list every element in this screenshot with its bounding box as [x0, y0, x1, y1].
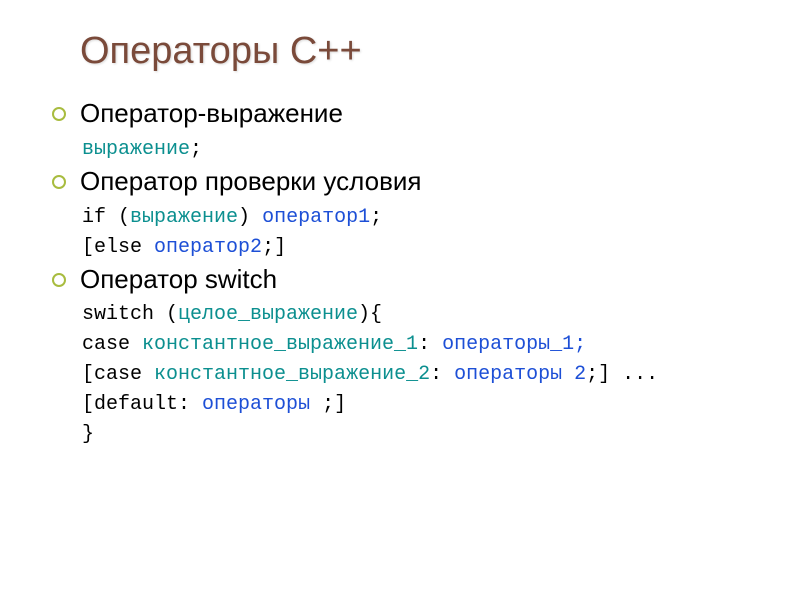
code-segment: ;	[370, 206, 382, 229]
code-segment: ;	[322, 393, 334, 416]
code-segment: выражение	[82, 138, 190, 161]
code-segment: if (	[82, 206, 130, 229]
code-line: [else оператор2;]	[82, 233, 750, 263]
code-segment: ;	[190, 138, 202, 161]
code-segment: ]	[274, 236, 286, 259]
code-line: switch (целое_выражение){	[82, 300, 750, 330]
slide-title: Операторы С++	[80, 30, 750, 73]
bullet-item: Оператор switch	[52, 263, 750, 297]
bullet-heading: Оператор switch	[80, 263, 277, 297]
code-segment: ;	[262, 236, 274, 259]
code-segment: [	[82, 236, 94, 259]
code-segment: операторы	[202, 393, 322, 416]
code-segment: операторы_1;	[442, 333, 586, 356]
code-segment: целое_выражение	[178, 303, 358, 326]
code-segment: оператор1	[262, 206, 370, 229]
bullet-heading: Оператор проверки условия	[80, 165, 421, 199]
code-segment: else	[94, 236, 154, 259]
slide-content: Оператор-выражениевыражение;Оператор про…	[80, 97, 750, 450]
code-segment: [	[82, 363, 94, 386]
bullet-icon	[52, 107, 66, 121]
code-segment: константное_выражение_1	[142, 333, 418, 356]
bullet-heading: Оператор-выражение	[80, 97, 343, 131]
code-line: [case константное_выражение_2: операторы…	[82, 360, 750, 390]
code-segment: )	[238, 206, 262, 229]
code-segment: [	[82, 393, 94, 416]
code-segment: константное_выражение_2	[154, 363, 430, 386]
bullet-icon	[52, 273, 66, 287]
code-segment: case	[82, 333, 142, 356]
code-segment: }	[82, 423, 94, 446]
code-line: if (выражение) оператор1;	[82, 203, 750, 233]
code-segment: ){	[358, 303, 382, 326]
code-line: case константное_выражение_1: операторы_…	[82, 330, 750, 360]
code-segment: default:	[94, 393, 202, 416]
code-segment: выражение	[130, 206, 238, 229]
bullet-item: Оператор-выражение	[52, 97, 750, 131]
code-segment: ...	[610, 363, 658, 386]
bullet-item: Оператор проверки условия	[52, 165, 750, 199]
bullet-icon	[52, 175, 66, 189]
code-segment: оператор2	[154, 236, 262, 259]
code-segment: :	[418, 333, 442, 356]
code-segment: ]	[598, 363, 610, 386]
code-line: выражение;	[82, 135, 750, 165]
code-segment: операторы 2	[454, 363, 586, 386]
code-segment: switch (	[82, 303, 178, 326]
code-segment: case	[94, 363, 154, 386]
code-line: [default: операторы ;]	[82, 390, 750, 420]
code-segment: :	[430, 363, 454, 386]
code-segment: ;	[586, 363, 598, 386]
code-segment: ]	[334, 393, 346, 416]
code-line: }	[82, 420, 750, 450]
